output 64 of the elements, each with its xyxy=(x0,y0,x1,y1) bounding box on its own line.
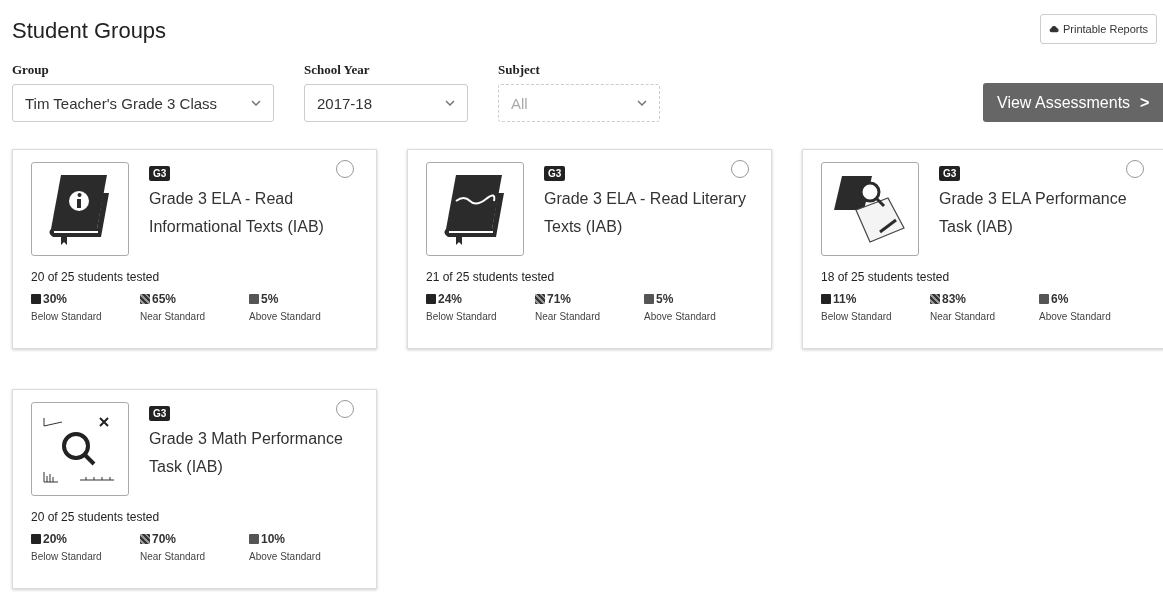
level-swatch-icon xyxy=(821,294,831,304)
chevron-icon xyxy=(251,100,261,106)
cloud-icon xyxy=(1049,25,1059,33)
level-percent: 10% xyxy=(261,532,286,546)
printable-reports-button[interactable]: Printable Reports xyxy=(1040,14,1157,44)
level-percent: 83% xyxy=(942,292,967,306)
level-label: Near Standard xyxy=(930,311,997,322)
assessment-card[interactable]: G3 Grade 3 ELA - Read Informational Texts (IAB) 20 of 25 students tested 30% Below Standard 65% Near Standard 5% Above Standard xyxy=(12,149,377,349)
level-percent: 70% xyxy=(152,532,177,546)
assessment-card[interactable]: G3 Grade 3 Math Performance Task (IAB) 20 of 25 students tested 20% Below Standard 70% Near Standard 10% Above Standard xyxy=(12,389,377,589)
level-swatch-icon xyxy=(31,534,41,544)
assessment-card[interactable]: G3 Grade 3 ELA Performance Task (IAB) 18 of 25 students tested 11% Below Standard 83% Near Standard 6% Above Standard xyxy=(802,149,1163,349)
dropdown[interactable]: 2017-18 xyxy=(304,84,468,122)
level-percent: 5% xyxy=(656,292,674,306)
chevron-icon xyxy=(445,100,455,106)
level-label: Near Standard xyxy=(140,551,207,562)
level-label: Below Standard xyxy=(31,311,103,322)
level-label: Above Standard xyxy=(644,311,717,322)
assessment-title: Grade 3 ELA - Read Informational Texts (IAB) xyxy=(149,189,325,237)
chevron-icon xyxy=(637,100,647,106)
page-title: Student Groups xyxy=(12,18,167,44)
level-label: Below Standard xyxy=(821,311,893,322)
dropdown[interactable]: Tim Teacher's Grade 3 Class xyxy=(12,84,274,122)
assessment-title: Grade 3 ELA Performance Task (IAB) xyxy=(939,189,1128,237)
level-percent: 65% xyxy=(152,292,177,306)
students-tested-text: 20 of 25 students tested xyxy=(31,270,161,284)
level-percent: 30% xyxy=(43,292,68,306)
assessment-title: Grade 3 ELA - Read Literary Texts (IAB) xyxy=(544,189,747,237)
grade-badge: G3 xyxy=(149,406,171,421)
students-tested-text: 18 of 25 students tested xyxy=(821,270,951,284)
level-percent: 24% xyxy=(438,292,463,306)
view-assessments-button[interactable]: View Assessments > xyxy=(983,83,1163,122)
level-label: Near Standard xyxy=(535,311,602,322)
level-swatch-icon xyxy=(249,294,259,304)
level-label: Near Standard xyxy=(140,311,207,322)
filter-label: Subject xyxy=(498,62,541,78)
level-label: Below Standard xyxy=(426,311,498,322)
level-label: Above Standard xyxy=(249,311,322,322)
level-swatch-icon xyxy=(140,534,150,544)
level-swatch-icon xyxy=(426,294,436,304)
level-label: Below Standard xyxy=(31,551,103,562)
level-swatch-icon xyxy=(249,534,259,544)
level-label: Above Standard xyxy=(249,551,322,562)
students-tested-text: 20 of 25 students tested xyxy=(31,510,161,524)
level-swatch-icon xyxy=(535,294,545,304)
grade-badge: G3 xyxy=(939,166,961,181)
level-swatch-icon xyxy=(140,294,150,304)
level-label: Above Standard xyxy=(1039,311,1112,322)
level-percent: 20% xyxy=(43,532,68,546)
level-percent: 71% xyxy=(547,292,572,306)
level-swatch-icon xyxy=(31,294,41,304)
grade-badge: G3 xyxy=(149,166,171,181)
grade-badge: G3 xyxy=(544,166,566,181)
assessment-card[interactable]: G3 Grade 3 ELA - Read Literary Texts (IAB) 21 of 25 students tested 24% Below Standard 71% Near Standard 5% Above Standard xyxy=(407,149,772,349)
assessment-title: Grade 3 Math Performance Task (IAB) xyxy=(149,429,344,477)
filter-label: School Year xyxy=(304,62,371,78)
level-swatch-icon xyxy=(1039,294,1049,304)
students-tested-text: 21 of 25 students tested xyxy=(426,270,556,284)
level-percent: 11% xyxy=(833,292,857,306)
level-swatch-icon xyxy=(930,294,940,304)
level-percent: 6% xyxy=(1051,292,1069,306)
level-swatch-icon xyxy=(644,294,654,304)
level-percent: 5% xyxy=(261,292,279,306)
filter-label: Group xyxy=(12,62,50,78)
